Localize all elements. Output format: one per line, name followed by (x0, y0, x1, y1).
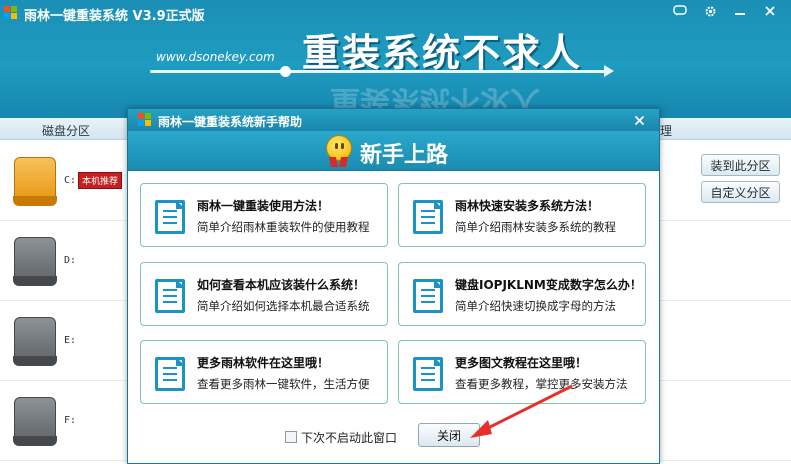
windows-logo-icon (4, 6, 18, 20)
card-desc: 简单介绍快速切换成字母的方法 (455, 299, 616, 313)
help-card-multi-system[interactable]: 雨林快速安装多系统方法！ 简单介绍雨林安装多系统的教程 (398, 183, 646, 247)
dialog-titlebar: 雨林一键重装系统新手帮助 (128, 109, 659, 131)
document-icon (413, 357, 443, 391)
tab-manage[interactable]: 理 (660, 122, 672, 139)
disk-letter: C: (64, 175, 77, 186)
card-title: 如何查看本机应该装什么系统！ (197, 278, 366, 292)
medal-icon (324, 135, 354, 167)
window-controls (667, 2, 783, 20)
dont-show-label: 下次不启动此窗口 (301, 431, 398, 445)
disk-letter: F: (64, 415, 77, 426)
help-card-check-system[interactable]: 如何查看本机应该装什么系统！ 简单介绍如何选择本机最合适系统 (140, 262, 388, 326)
dialog-close-icon[interactable] (629, 111, 649, 129)
help-card-more-tutorials[interactable]: 更多图文教程在这里哦！ 查看更多教程，掌控更多安装方法 (398, 340, 646, 404)
dialog-close-button[interactable]: 关闭 (418, 423, 480, 447)
hard-drive-icon (13, 397, 57, 446)
dialog-banner: 新手上路 (128, 131, 659, 171)
slogan: 重装系统不求人 (302, 30, 583, 75)
card-desc: 简单介绍如何选择本机最合适系统 (197, 299, 370, 313)
app-header: 雨林一键重装系统 V3.9正式版 www.dsonekey.com 重装系统不求… (0, 0, 791, 118)
card-desc: 简单介绍雨林重装软件的使用教程 (197, 220, 370, 234)
document-icon (155, 200, 185, 234)
card-title: 键盘IOPJKLNM变成数字怎么办！ (455, 278, 642, 292)
custom-partition-button[interactable]: 自定义分区 (701, 181, 780, 203)
hard-drive-icon (13, 237, 57, 286)
chat-icon[interactable] (667, 2, 693, 20)
install-to-partition-button[interactable]: 装到此分区 (701, 154, 780, 176)
slogan-dot (280, 66, 291, 77)
gear-icon[interactable] (697, 2, 723, 20)
dont-show-checkbox[interactable] (285, 431, 297, 443)
site-url: www.dsonekey.com (156, 50, 275, 64)
document-icon (155, 279, 185, 313)
help-dialog: 雨林一键重装系统新手帮助 新手上路 雨林一键重装使用方法！ 简单介绍雨林重装软件… (127, 108, 660, 464)
document-icon (413, 279, 443, 313)
card-desc: 查看更多教程，掌控更多安装方法 (455, 377, 628, 391)
slogan-arrowhead (604, 65, 614, 77)
disk-letter: D: (64, 255, 77, 266)
main-window: 雨林一键重装系统 V3.9正式版 www.dsonekey.com 重装系统不求… (0, 0, 791, 464)
card-desc: 简单介绍雨林安装多系统的教程 (455, 220, 616, 234)
document-icon (413, 200, 443, 234)
banner-title: 新手上路 (360, 143, 449, 168)
minimize-icon[interactable] (727, 2, 753, 20)
card-title: 雨林一键重装使用方法！ (197, 199, 330, 213)
hard-drive-icon (13, 157, 57, 206)
card-title: 更多雨林软件在这里哦！ (197, 356, 330, 370)
document-icon (155, 357, 185, 391)
recommended-badge: 本机推荐 (78, 172, 123, 189)
help-card-keyboard[interactable]: 键盘IOPJKLNM变成数字怎么办！ 简单介绍快速切换成字母的方法 (398, 262, 646, 326)
app-title: 雨林一键重装系统 V3.9正式版 (24, 9, 205, 24)
card-title: 雨林快速安装多系统方法！ (455, 199, 600, 213)
hard-drive-icon (13, 317, 57, 366)
tab-partition[interactable]: 磁盘分区 (42, 122, 90, 139)
dialog-title: 雨林一键重装系统新手帮助 (158, 115, 303, 129)
disk-letter: E: (64, 335, 77, 346)
help-card-more-software[interactable]: 更多雨林软件在这里哦！ 查看更多雨林一键软件，生活方便 (140, 340, 388, 404)
close-icon[interactable] (757, 2, 783, 20)
card-desc: 查看更多雨林一键软件，生活方便 (197, 377, 370, 391)
slogan-underline (150, 70, 608, 73)
card-title: 更多图文教程在这里哦！ (455, 356, 588, 370)
windows-logo-icon (138, 113, 152, 127)
help-card-usage[interactable]: 雨林一键重装使用方法！ 简单介绍雨林重装软件的使用教程 (140, 183, 388, 247)
